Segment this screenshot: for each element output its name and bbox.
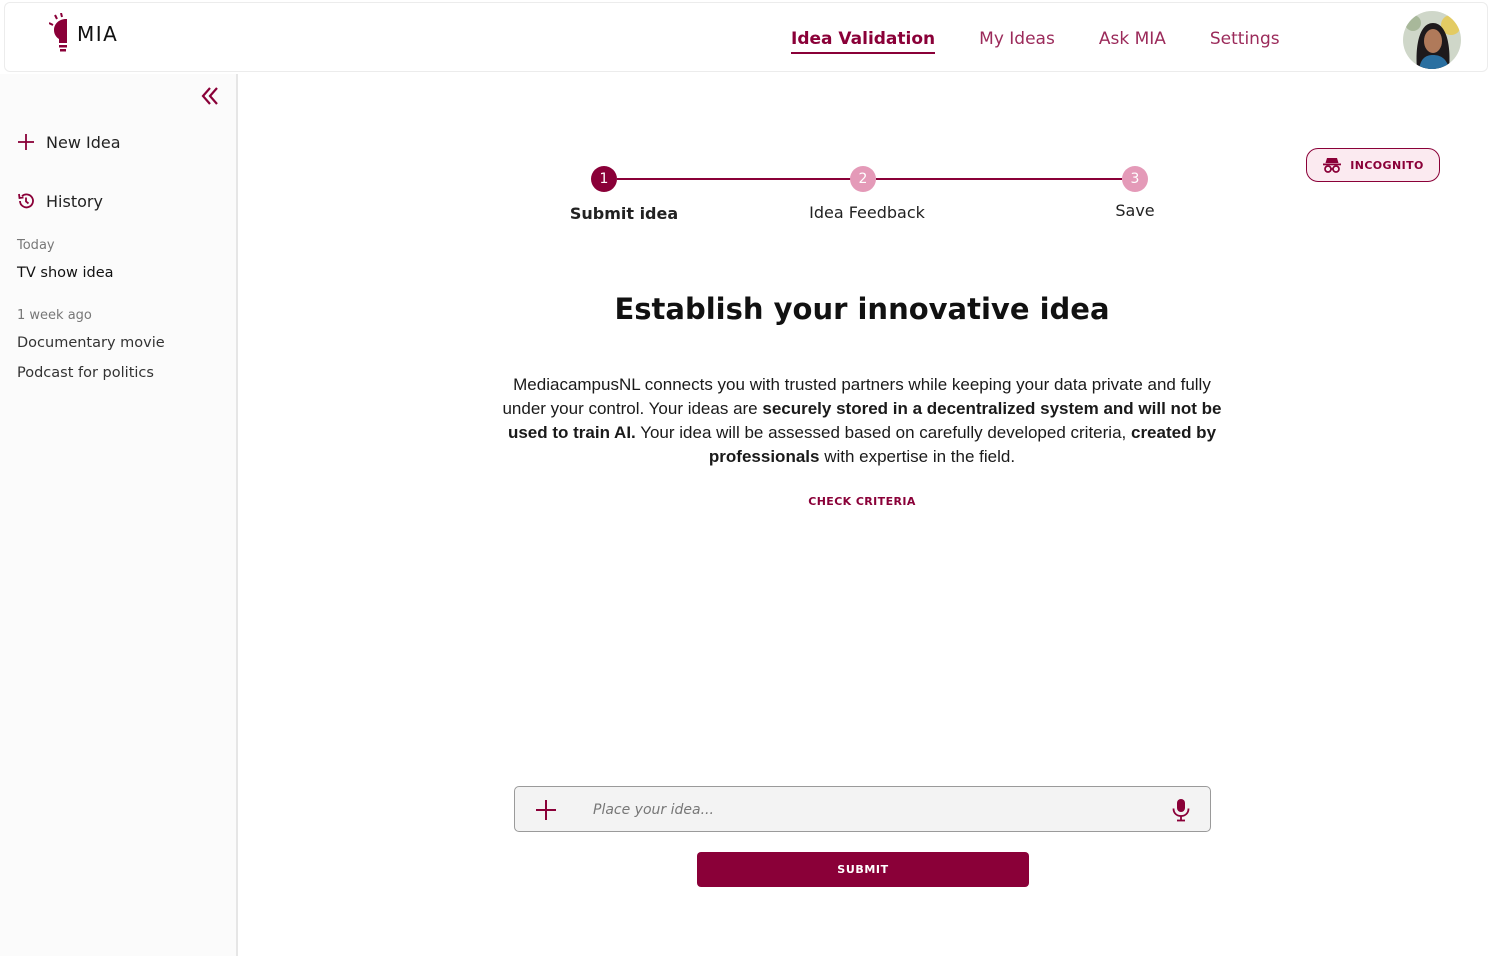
step-3-label: Save	[1115, 201, 1155, 220]
nav-settings[interactable]: Settings	[1210, 29, 1280, 54]
check-criteria-link[interactable]: CHECK CRITERIA	[762, 495, 962, 508]
main-nav: Idea Validation My Ideas Ask MIA Setting…	[791, 29, 1324, 54]
history-item[interactable]: Podcast for politics	[17, 365, 154, 381]
sidebar: New Idea History Today TV show idea 1 we…	[0, 74, 238, 956]
avatar[interactable]	[1403, 11, 1461, 69]
history-label: History	[46, 191, 103, 211]
history-icon	[18, 193, 34, 209]
incognito-label: INCOGNITO	[1350, 158, 1424, 172]
step-2-marker: 2	[850, 166, 876, 192]
history-group-label: Today	[17, 238, 55, 253]
step-1-marker: 1	[591, 166, 617, 192]
submit-button[interactable]: SUBMIT	[697, 852, 1029, 887]
new-idea-label: New Idea	[46, 132, 121, 152]
plus-icon	[18, 134, 34, 150]
history-item[interactable]: TV show idea	[17, 265, 114, 281]
idea-input[interactable]	[593, 795, 1153, 825]
intro-text-part: Your idea will be assessed based on care…	[635, 423, 1131, 442]
intro-text: MediacampusNL connects you with trusted …	[500, 373, 1224, 469]
microphone-icon[interactable]	[1169, 797, 1193, 823]
double-chevron-left-icon[interactable]	[196, 82, 224, 110]
step-connector	[876, 178, 1122, 180]
incognito-icon	[1323, 158, 1342, 173]
idea-input-box	[514, 786, 1211, 832]
nav-ask-mia[interactable]: Ask MIA	[1099, 29, 1166, 54]
history-group-label: 1 week ago	[17, 308, 92, 323]
nav-idea-validation[interactable]: Idea Validation	[791, 29, 936, 54]
step-2-label: Idea Feedback	[809, 203, 925, 222]
step-1-label: Submit idea	[569, 204, 679, 223]
top-bar: MIA Idea Validation My Ideas Ask MIA Set…	[4, 2, 1488, 72]
incognito-button[interactable]: INCOGNITO	[1306, 148, 1440, 182]
logo-text: MIA	[77, 22, 119, 46]
new-idea-button[interactable]: New Idea	[16, 132, 121, 152]
step-connector	[617, 178, 851, 180]
lightbulb-icon	[49, 13, 67, 52]
page-title: Establish your innovative idea	[614, 292, 1110, 326]
history-item[interactable]: Documentary movie	[17, 335, 165, 351]
intro-text-part: with expertise in the field.	[819, 447, 1016, 466]
history-button[interactable]: History	[16, 191, 103, 211]
nav-my-ideas[interactable]: My Ideas	[979, 29, 1055, 54]
logo[interactable]: MIA	[49, 13, 118, 55]
add-attachment-icon[interactable]	[533, 797, 559, 823]
step-3-marker: 3	[1122, 166, 1148, 192]
